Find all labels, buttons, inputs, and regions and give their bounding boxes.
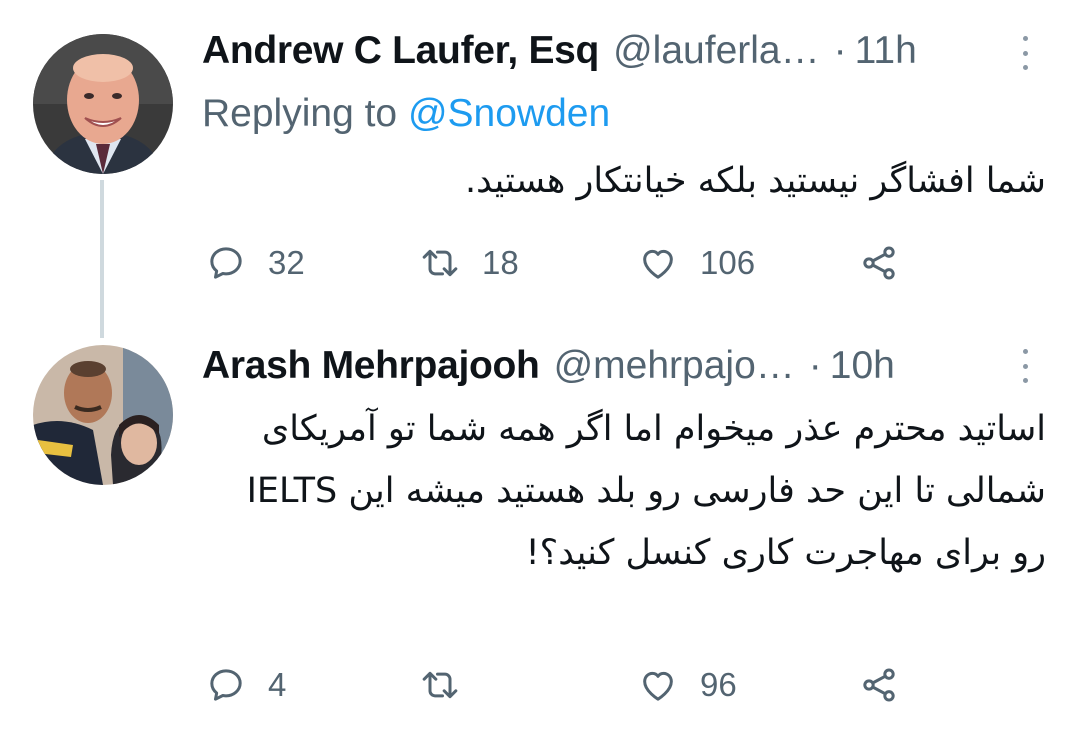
tweet[interactable]: Andrew C Laufer, Esq @lauferla… · 11h Re…	[0, 0, 1080, 338]
reply-button[interactable]: 32	[206, 238, 305, 288]
avatar[interactable]	[33, 345, 173, 485]
heart-icon	[643, 671, 673, 701]
tweet-text: اساتید محترم عذر میخوام اما اگر همه شما …	[246, 409, 1046, 573]
retweet-button[interactable]: 18	[420, 238, 519, 288]
like-button[interactable]: 96	[638, 660, 737, 710]
share-button[interactable]	[859, 660, 899, 710]
action-bar: 4 96	[202, 660, 922, 710]
timestamp[interactable]: 11h	[855, 29, 917, 73]
replying-to: Replying to @Snowden	[202, 92, 610, 136]
retweet-icon	[422, 671, 458, 699]
separator-dot: ·	[833, 29, 847, 72]
reply-icon	[210, 669, 242, 701]
timestamp[interactable]: 10h	[830, 344, 895, 388]
tweet-header: Andrew C Laufer, Esq @lauferla… · 11h	[202, 26, 1040, 76]
retweet-icon	[422, 249, 458, 277]
user-handle[interactable]: @lauferla…	[613, 29, 820, 73]
action-bar: 32 18 106	[202, 238, 922, 288]
share-icon	[863, 246, 895, 280]
avatar-image	[33, 34, 173, 174]
like-count: 96	[700, 666, 737, 703]
more-vertical-icon[interactable]	[1018, 36, 1032, 70]
share-button[interactable]	[859, 238, 899, 288]
avatar[interactable]	[33, 34, 173, 174]
reply-count: 4	[268, 666, 287, 703]
more-vertical-icon[interactable]	[1018, 349, 1032, 383]
user-handle[interactable]: @mehrpajo…	[554, 344, 795, 388]
like-count: 106	[700, 244, 756, 281]
retweet-button[interactable]	[420, 660, 482, 710]
tweet-header: Arash Mehrpajooh @mehrpajo… · 10h	[202, 341, 1040, 391]
display-name[interactable]: Arash Mehrpajooh	[202, 344, 540, 388]
heart-icon	[643, 249, 673, 279]
tweet-text: شما افشاگر نیستید بلکه خیانتکار هستید.	[465, 161, 1046, 201]
retweet-count: 18	[482, 244, 519, 281]
share-icon	[863, 668, 895, 702]
display-name[interactable]: Andrew C Laufer, Esq	[202, 29, 599, 73]
mention-link[interactable]: @Snowden	[408, 92, 610, 135]
reply-button[interactable]: 4	[206, 660, 286, 710]
like-button[interactable]: 106	[638, 238, 755, 288]
avatar-image	[33, 345, 173, 485]
tweet[interactable]: Arash Mehrpajooh @mehrpajo… · 10h اساتید…	[0, 330, 1080, 735]
reply-icon	[210, 247, 242, 279]
separator-dot: ·	[808, 344, 822, 387]
reply-count: 32	[268, 244, 305, 281]
thread-line	[100, 180, 104, 338]
replying-label: Replying to	[202, 92, 408, 135]
